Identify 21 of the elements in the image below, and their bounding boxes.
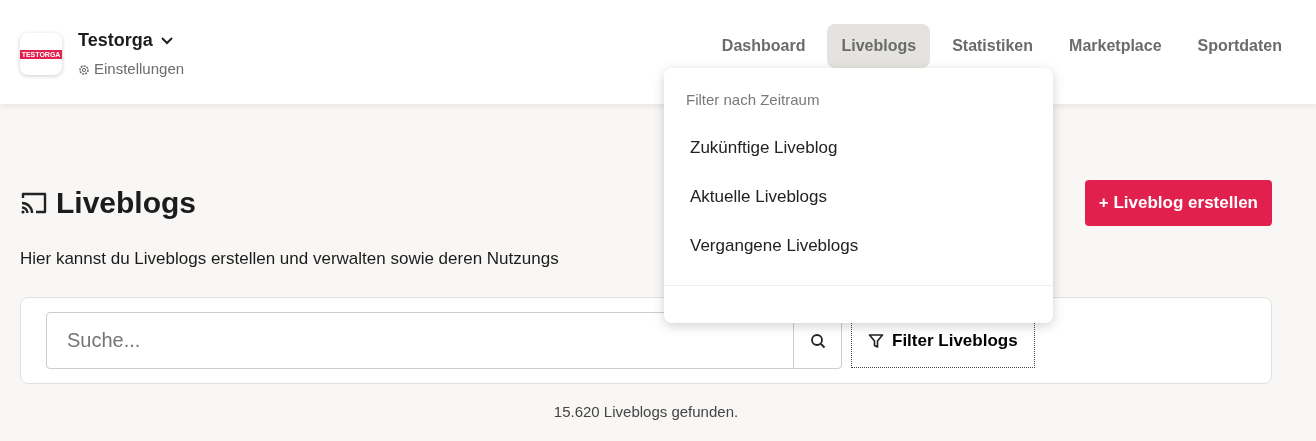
gear-icon[interactable] <box>78 63 90 76</box>
org-name[interactable]: Testorga <box>78 27 153 55</box>
dropdown-item[interactable]: Aktuelle Liveblogs <box>664 183 854 210</box>
dropdown-item[interactable]: Vergangene Liveblogs <box>664 232 885 259</box>
chevron-down-icon[interactable] <box>160 36 173 45</box>
create-liveblog-button[interactable]: + Liveblog erstellen <box>1084 180 1272 226</box>
search-field[interactable]: Suche... <box>46 312 794 369</box>
nav-tab[interactable]: Sportdaten <box>1183 24 1296 68</box>
search-icon <box>809 332 826 349</box>
dropdown-header: Filter nach Zeitraum <box>685 90 821 110</box>
cast-icon <box>20 190 48 215</box>
filter-icon <box>868 332 884 349</box>
page-title: Liveblogs <box>56 184 197 221</box>
nav-tab[interactable]: Dashboard <box>707 24 820 68</box>
nav-tab[interactable]: Liveblogs <box>827 24 931 68</box>
dropdown-item[interactable]: Zukünftige Liveblog <box>664 134 864 161</box>
nav-tab[interactable]: Statistiken <box>938 24 1048 68</box>
settings-link[interactable]: Einstellungen <box>94 58 185 81</box>
page-description: Hier kannst du Liveblogs erstellen und verwalten sowie deren Nutzungs <box>20 247 559 270</box>
nav-tab[interactable]: Marketplace <box>1055 24 1176 68</box>
result-count: 15.620 Liveblogs gefunden. <box>553 403 739 420</box>
